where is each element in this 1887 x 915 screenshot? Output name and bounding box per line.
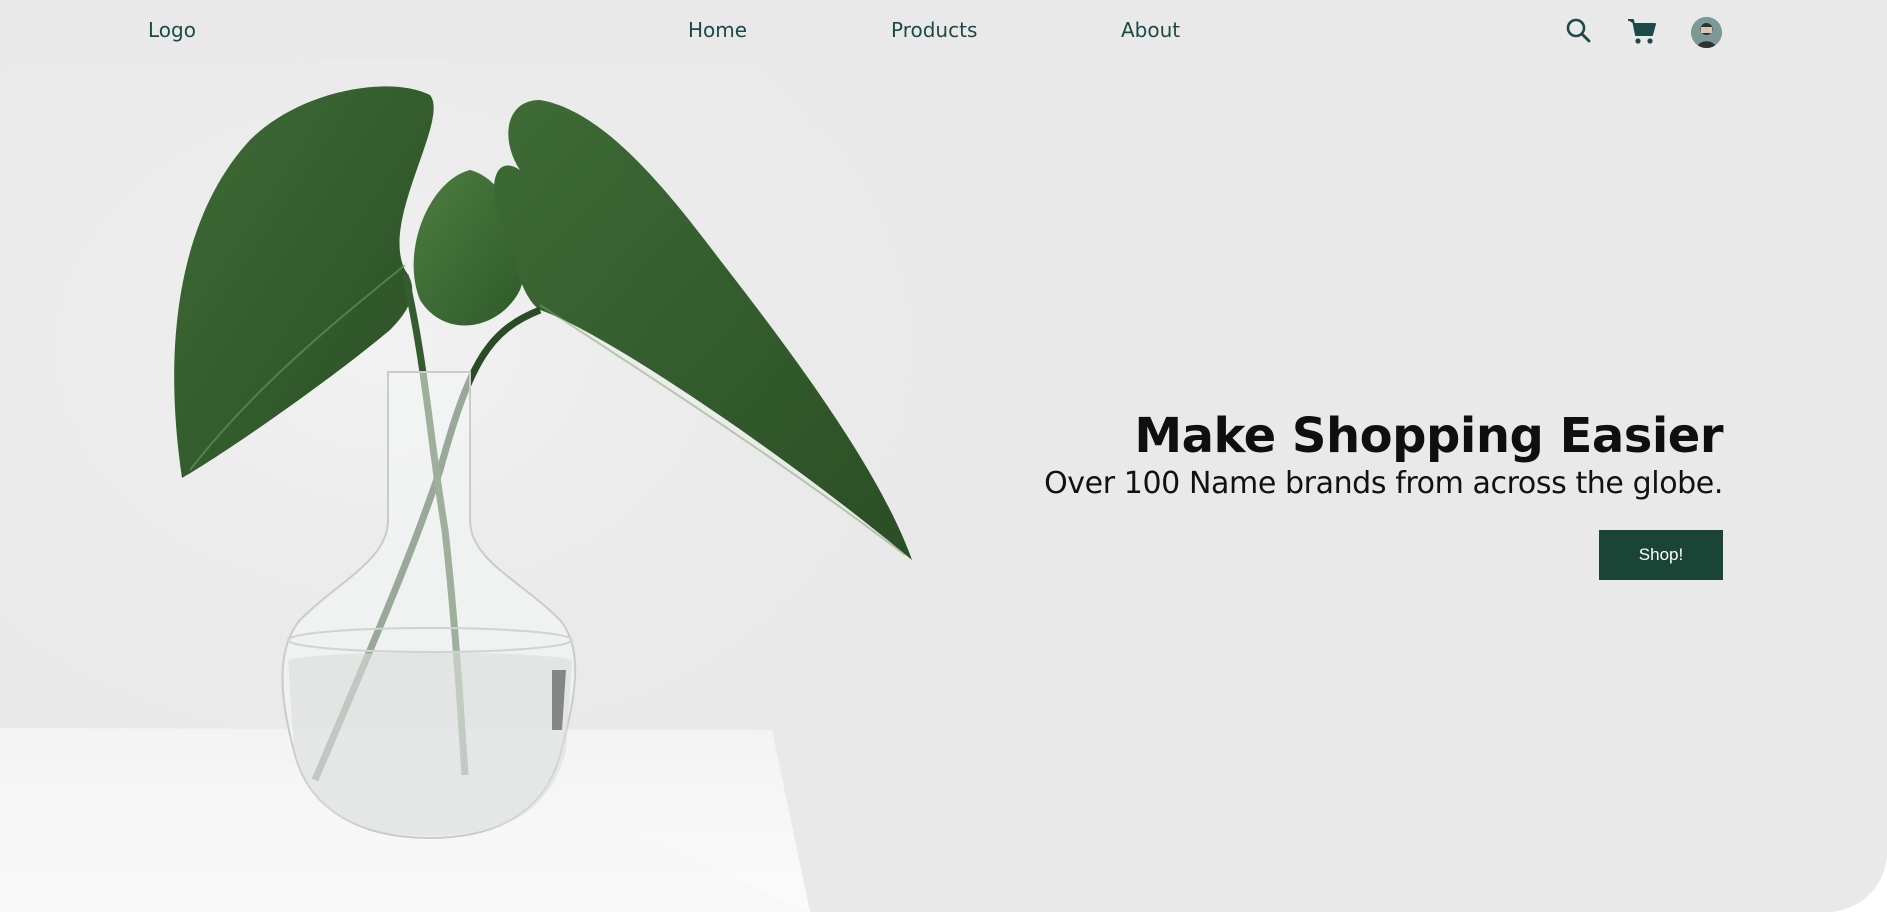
cart-icon[interactable]	[1627, 17, 1657, 45]
hero-plant-image	[0, 60, 960, 912]
hero-headline: Make Shopping Easier	[1134, 408, 1723, 464]
nav-link-products[interactable]: Products	[891, 18, 977, 42]
hero-subheadline: Over 100 Name brands from across the glo…	[1044, 466, 1723, 501]
site-logo[interactable]: Logo	[148, 18, 196, 42]
nav-link-about[interactable]: About	[1121, 18, 1180, 42]
hero-section: Logo Home Products About Make Shopping E…	[0, 0, 1887, 912]
search-icon[interactable]	[1565, 17, 1591, 43]
user-avatar[interactable]	[1691, 17, 1722, 48]
hero-copy: Make Shopping Easier Over 100 Name brand…	[1003, 408, 1723, 502]
top-navigation-bar: Logo Home Products About	[0, 0, 1887, 62]
nav-link-home[interactable]: Home	[688, 18, 747, 42]
shop-button[interactable]: Shop!	[1599, 530, 1723, 580]
